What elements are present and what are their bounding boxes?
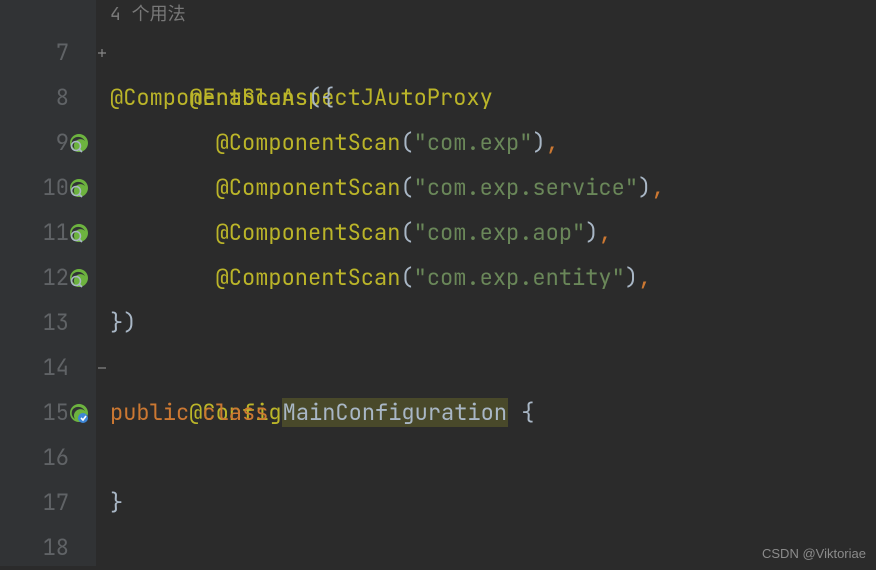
punct: ,	[651, 173, 664, 202]
gutter-spacer	[0, 0, 95, 30]
line-number: 17	[37, 480, 69, 525]
usages-hint[interactable]: 4 个用法	[110, 0, 876, 30]
watermark-text: CSDN @Viktoriae	[762, 546, 866, 561]
punct: )	[585, 218, 598, 247]
line-number: 9	[37, 120, 69, 165]
code-line[interactable]: @EnableAspectJAutoProxy	[110, 30, 876, 75]
code-line[interactable]: @ComponentScan("com.exp.service"),	[110, 165, 876, 210]
punct: (	[400, 173, 413, 202]
punct: )	[532, 128, 545, 157]
gutter-row[interactable]: 14	[0, 345, 95, 390]
line-number: 10	[37, 165, 69, 210]
string-literal: "com.exp"	[414, 128, 533, 157]
spring-bean-icon[interactable]	[69, 223, 89, 243]
punct: ({	[308, 83, 334, 112]
line-number: 16	[37, 435, 69, 480]
spring-bean-icon[interactable]	[69, 268, 89, 288]
annotation: @ComponentScan	[216, 218, 401, 247]
code-line[interactable]: @ComponentScan("com.exp"),	[110, 120, 876, 165]
punct: (	[400, 263, 413, 292]
class-name: MainConfiguration	[282, 398, 508, 427]
line-number: 11	[37, 210, 69, 255]
line-number: 13	[37, 300, 69, 345]
fold-close-icon[interactable]	[96, 345, 108, 390]
punct: ,	[638, 263, 651, 292]
code-line[interactable]: }	[110, 480, 876, 525]
annotation: @ComponentScan	[216, 263, 401, 292]
code-line[interactable]: public class MainConfiguration {	[110, 390, 876, 435]
gutter-row[interactable]: 12	[0, 255, 95, 300]
fold-open-icon[interactable]	[96, 30, 108, 75]
gutter-row[interactable]: 13	[0, 300, 95, 345]
line-number: 18	[37, 525, 69, 570]
gutter-row[interactable]: 18	[0, 525, 95, 570]
editor-gutter: 7 8 9 10 11 12 13 14 15 16 17 18	[0, 0, 96, 566]
code-line[interactable]: @Configuration	[110, 345, 876, 390]
code-line[interactable]: @ComponentScans({	[110, 75, 876, 120]
code-line[interactable]: @ComponentScan("com.exp.aop"),	[110, 210, 876, 255]
line-number: 8	[37, 75, 69, 120]
watermark: CSDN @Viktoriae	[762, 547, 866, 560]
gutter-row[interactable]: 16	[0, 435, 95, 480]
gutter-row[interactable]: 7	[0, 30, 95, 75]
line-number: 14	[37, 345, 69, 390]
code-line[interactable]: })	[110, 300, 876, 345]
punct: }	[110, 488, 123, 517]
string-literal: "com.exp.aop"	[414, 218, 586, 247]
punct: ,	[546, 128, 559, 157]
string-literal: "com.exp.service"	[414, 173, 638, 202]
line-number: 12	[37, 255, 69, 300]
gutter-row[interactable]: 10	[0, 165, 95, 210]
code-editor: 7 8 9 10 11 12 13 14 15 16 17 18 4 个用法 @…	[0, 0, 876, 566]
annotation: @ComponentScans	[110, 83, 308, 112]
punct: ,	[598, 218, 611, 247]
keyword: public	[110, 398, 189, 427]
spring-config-icon[interactable]	[69, 403, 89, 423]
usages-hint-text: 4 个用法	[110, 3, 186, 26]
gutter-row[interactable]: 9	[0, 120, 95, 165]
keyword: class	[202, 398, 268, 427]
punct: (	[400, 218, 413, 247]
punct: {	[508, 398, 534, 427]
annotation: @ComponentScan	[216, 173, 401, 202]
line-number: 15	[37, 390, 69, 435]
gutter-row[interactable]: 17	[0, 480, 95, 525]
gutter-row[interactable]: 8	[0, 75, 95, 120]
code-line[interactable]: @ComponentScan("com.exp.entity"),	[110, 255, 876, 300]
code-line[interactable]	[110, 435, 876, 480]
annotation: @ComponentScan	[216, 128, 401, 157]
punct: )	[638, 173, 651, 202]
spring-bean-icon[interactable]	[69, 178, 89, 198]
code-content[interactable]: 4 个用法 @EnableAspectJAutoProxy @Component…	[96, 0, 876, 566]
gutter-row[interactable]: 15	[0, 390, 95, 435]
line-number: 7	[37, 30, 69, 75]
string-literal: "com.exp.entity"	[414, 263, 625, 292]
spring-bean-icon[interactable]	[69, 133, 89, 153]
punct: )	[625, 263, 638, 292]
punct: (	[400, 128, 413, 157]
gutter-row[interactable]: 11	[0, 210, 95, 255]
punct: })	[110, 308, 136, 337]
